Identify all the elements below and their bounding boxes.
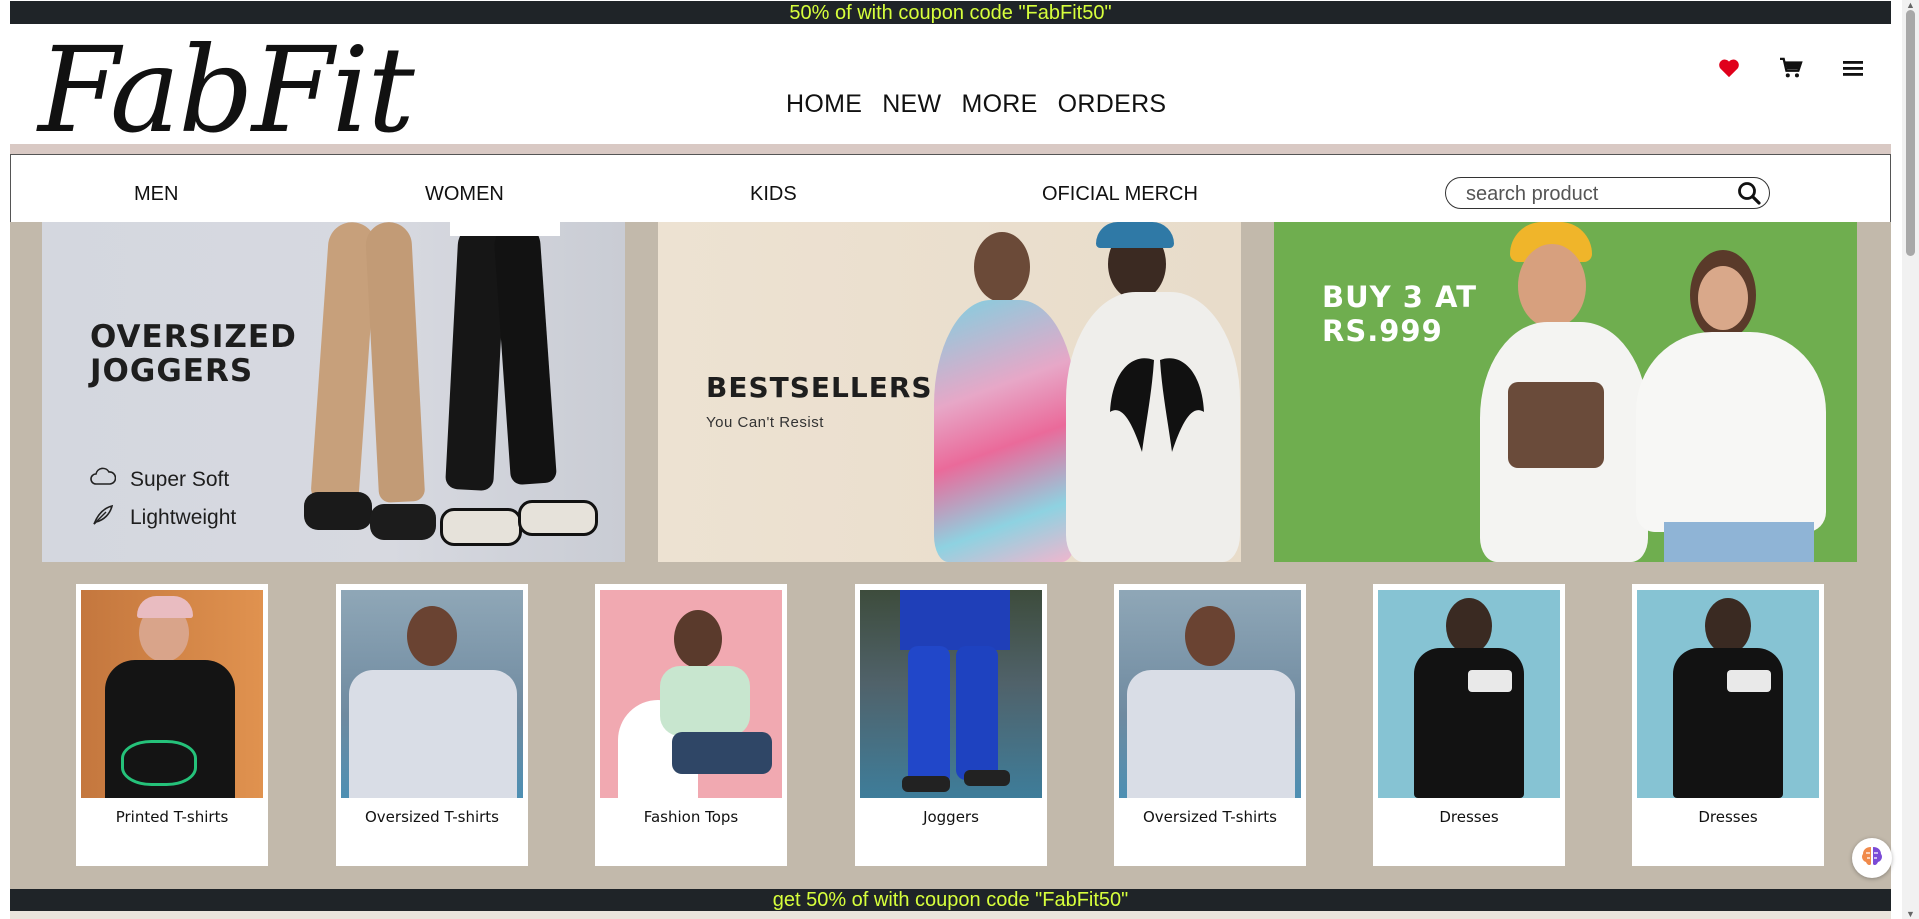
scroll-up-arrow-icon[interactable]: ▲ xyxy=(1906,0,1915,10)
header-divider xyxy=(10,144,1891,154)
product-image xyxy=(1637,590,1819,798)
product-image xyxy=(860,590,1042,798)
banner-oversized-joggers[interactable]: OVERSIZED JOGGERS Super Soft Lightweight xyxy=(42,222,625,562)
product-label: Oversized T-shirts xyxy=(1142,808,1277,826)
cart-icon[interactable] xyxy=(1777,54,1805,82)
main-content: OVERSIZED JOGGERS Super Soft Lightweight xyxy=(10,222,1891,889)
feather-icon xyxy=(90,504,116,532)
product-image xyxy=(1119,590,1301,798)
product-card[interactable]: Dresses xyxy=(1632,584,1824,866)
banner-heading: BUY 3 AT RS.999 xyxy=(1322,280,1477,348)
product-image xyxy=(600,590,782,798)
product-grid: Printed T-shirts Oversized T-shirts Fash… xyxy=(76,584,1826,868)
banner-bestsellers[interactable]: BESTSELLERS You Can't Resist xyxy=(658,222,1241,562)
promo-banner-bottom: get 50% of with coupon code "FabFit50" xyxy=(10,889,1891,911)
product-card[interactable]: Oversized T-shirts xyxy=(1114,584,1306,866)
product-label: Joggers xyxy=(923,808,979,826)
search-box xyxy=(1445,177,1770,209)
feature-item: Super Soft xyxy=(90,466,229,494)
assistant-button[interactable] xyxy=(1852,838,1892,878)
menu-icon[interactable] xyxy=(1839,54,1867,82)
product-image xyxy=(341,590,523,798)
product-card[interactable]: Printed T-shirts xyxy=(76,584,268,866)
product-label: Dresses xyxy=(1698,808,1758,826)
product-image xyxy=(81,590,263,798)
category-men[interactable]: MEN xyxy=(134,183,178,206)
category-kids[interactable]: KIDS xyxy=(750,183,797,206)
product-label: Dresses xyxy=(1439,808,1499,826)
scrollbar-thumb[interactable] xyxy=(1906,10,1915,256)
product-card[interactable]: Oversized T-shirts xyxy=(336,584,528,866)
feature-label: Super Soft xyxy=(130,468,230,491)
product-card[interactable]: Dresses xyxy=(1373,584,1565,866)
nav-home[interactable]: HOME xyxy=(786,90,862,119)
nav-more[interactable]: MORE xyxy=(961,90,1037,119)
product-label: Oversized T-shirts xyxy=(364,808,499,826)
search-input[interactable] xyxy=(1464,181,1728,207)
cloud-icon xyxy=(90,466,117,494)
banner-buy-3[interactable]: BUY 3 AT RS.999 xyxy=(1274,222,1857,562)
site-logo[interactable]: FabFit xyxy=(38,24,415,156)
main-nav: HOME NEW MORE ORDERS xyxy=(786,90,1166,119)
nav-orders[interactable]: ORDERS xyxy=(1058,90,1167,119)
feature-item: Lightweight xyxy=(90,504,236,532)
product-label: Printed T-shirts xyxy=(115,808,229,826)
banner-heading: BESTSELLERS xyxy=(706,371,933,404)
product-image xyxy=(1378,590,1560,798)
product-card[interactable]: Joggers xyxy=(855,584,1047,866)
product-label: Fashion Tops xyxy=(643,808,739,826)
banner-heading: OVERSIZED JOGGERS xyxy=(90,319,297,389)
page: 50% of with coupon code "FabFit50" FabFi… xyxy=(10,0,1891,919)
heart-icon[interactable] xyxy=(1715,54,1743,82)
search-icon[interactable] xyxy=(1737,181,1761,205)
nav-new[interactable]: NEW xyxy=(882,90,941,119)
site-header: FabFit HOME NEW MORE ORDERS xyxy=(10,24,1891,156)
page-scrollbar[interactable]: ▲ ▼ xyxy=(1902,0,1919,919)
feature-label: Lightweight xyxy=(130,506,237,529)
next-section-peek xyxy=(10,911,1891,919)
product-card[interactable]: Fashion Tops xyxy=(595,584,787,866)
banner-subheading: You Can't Resist xyxy=(706,414,824,431)
header-icons xyxy=(1715,54,1867,82)
category-women[interactable]: WOMEN xyxy=(425,183,504,206)
category-bar: MEN WOMEN KIDS OFICIAL MERCH xyxy=(10,154,1891,223)
category-official-merch[interactable]: OFICIAL MERCH xyxy=(1042,183,1198,206)
scroll-down-arrow-icon[interactable]: ▼ xyxy=(1906,909,1915,919)
brain-icon xyxy=(1860,845,1884,872)
